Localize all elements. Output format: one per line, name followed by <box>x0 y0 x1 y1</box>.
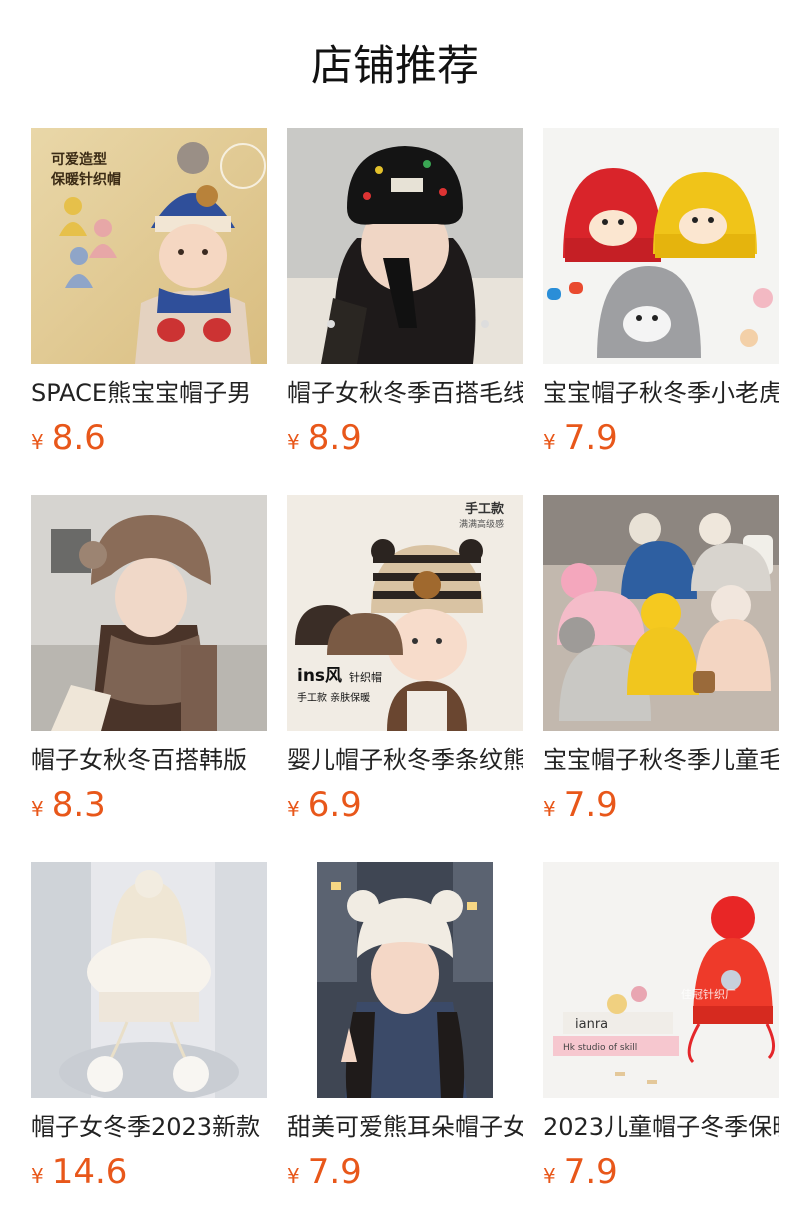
fur-trim-hat-icon[interactable] <box>31 862 267 1098</box>
price-amount: 6.9 <box>307 785 362 825</box>
currency-symbol: ¥ <box>543 430 556 454</box>
book-text-1: ianra <box>575 1017 608 1032</box>
product-card[interactable]: 帽子女冬季2023新款 ¥ 14.6 <box>31 862 267 1194</box>
product-card[interactable]: 手工款 满满高级感 ins风 针织帽 手工款 亲肤保暖 婴儿帽子秋冬季条纹熊 ¥… <box>287 495 523 827</box>
currency-symbol: ¥ <box>543 1164 556 1188</box>
striped-bear-hat-icon[interactable]: 手工款 满满高级感 ins风 针织帽 手工款 亲肤保暖 <box>287 495 523 731</box>
baby-bear-hat-icon[interactable]: 可爱造型 保暖针织帽 <box>31 128 267 364</box>
handmade-warm-text: 手工款 亲肤保暖 <box>297 691 370 704</box>
product-price: ¥ 14.6 <box>31 1150 267 1194</box>
product-name[interactable]: 宝宝帽子秋冬季小老虎 <box>543 376 779 410</box>
product-price: ¥ 7.9 <box>287 1150 523 1194</box>
promo-text-2: 保暖针织帽 <box>50 171 121 188</box>
price-amount: 8.3 <box>51 785 106 825</box>
bear-ear-hat-icon[interactable] <box>287 862 523 1098</box>
currency-symbol: ¥ <box>31 1164 44 1188</box>
product-card[interactable]: 帽子女秋冬百搭韩版 ¥ 8.3 <box>31 495 267 827</box>
currency-symbol: ¥ <box>31 797 44 821</box>
product-name[interactable]: 帽子女秋冬百搭韩版 <box>31 743 267 777</box>
product-price: ¥ 8.3 <box>31 783 267 827</box>
currency-symbol: ¥ <box>543 797 556 821</box>
ins-style-text: ins风 <box>297 666 342 686</box>
tiger-beanies-icon[interactable] <box>543 128 779 364</box>
product-price: ¥ 7.9 <box>543 1150 779 1194</box>
knit-scarf-hat-icon[interactable] <box>31 495 267 731</box>
product-name[interactable]: SPACE熊宝宝帽子男 <box>31 376 267 410</box>
product-price: ¥ 8.9 <box>287 416 523 460</box>
product-card[interactable]: ianra Hk studio of skill 佳冠针织厂 2023儿童帽子冬… <box>543 862 779 1194</box>
price-amount: 14.6 <box>51 1152 128 1192</box>
knit-hat-text: 针织帽 <box>349 670 382 684</box>
price-amount: 8.6 <box>51 418 106 458</box>
product-name[interactable]: 2023儿童帽子冬季保暖 <box>543 1110 779 1144</box>
product-card[interactable]: 甜美可爱熊耳朵帽子女 ¥ 7.9 <box>287 862 523 1194</box>
price-amount: 7.9 <box>307 1152 362 1192</box>
handmade-text: 手工款 <box>465 501 505 517</box>
price-amount: 8.9 <box>307 418 362 458</box>
product-card[interactable]: 宝宝帽子秋冬季小老虎 ¥ 7.9 <box>543 128 779 460</box>
book-text-2: Hk studio of skill <box>563 1043 637 1053</box>
product-name[interactable]: 宝宝帽子秋冬季儿童毛 <box>543 743 779 777</box>
watermark-text: 佳冠针织厂 <box>681 987 736 1001</box>
product-price: ¥ 6.9 <box>287 783 523 827</box>
product-card[interactable]: 可爱造型 保暖针织帽 SPACE熊宝宝帽子男 ¥ 8.6 <box>31 128 267 460</box>
product-price: ¥ 7.9 <box>543 783 779 827</box>
currency-symbol: ¥ <box>287 430 300 454</box>
black-fluffy-hat-icon[interactable] <box>287 128 523 364</box>
price-amount: 7.9 <box>563 1152 618 1192</box>
product-name[interactable]: 帽子女冬季2023新款 <box>31 1110 267 1144</box>
product-name[interactable]: 帽子女秋冬季百搭毛线 <box>287 376 523 410</box>
promo-text-1: 可爱造型 <box>51 151 107 168</box>
section-title: 店铺推荐 <box>310 41 479 90</box>
price-amount: 7.9 <box>563 418 618 458</box>
price-amount: 7.9 <box>563 785 618 825</box>
quality-text: 满满高级感 <box>459 518 504 530</box>
product-card[interactable]: 帽子女秋冬季百搭毛线 ¥ 8.9 <box>287 128 523 460</box>
currency-symbol: ¥ <box>287 797 300 821</box>
product-name[interactable]: 甜美可爱熊耳朵帽子女 <box>287 1110 523 1144</box>
product-name[interactable]: 婴儿帽子秋冬季条纹熊 <box>287 743 523 777</box>
product-price: ¥ 8.6 <box>31 416 267 460</box>
red-pompom-hat-icon[interactable]: ianra Hk studio of skill 佳冠针织厂 <box>543 862 779 1098</box>
currency-symbol: ¥ <box>287 1164 300 1188</box>
product-card[interactable]: 宝宝帽子秋冬季儿童毛 ¥ 7.9 <box>543 495 779 827</box>
currency-symbol: ¥ <box>31 430 44 454</box>
product-price: ¥ 7.9 <box>543 416 779 460</box>
pompom-beanies-icon[interactable] <box>543 495 779 731</box>
